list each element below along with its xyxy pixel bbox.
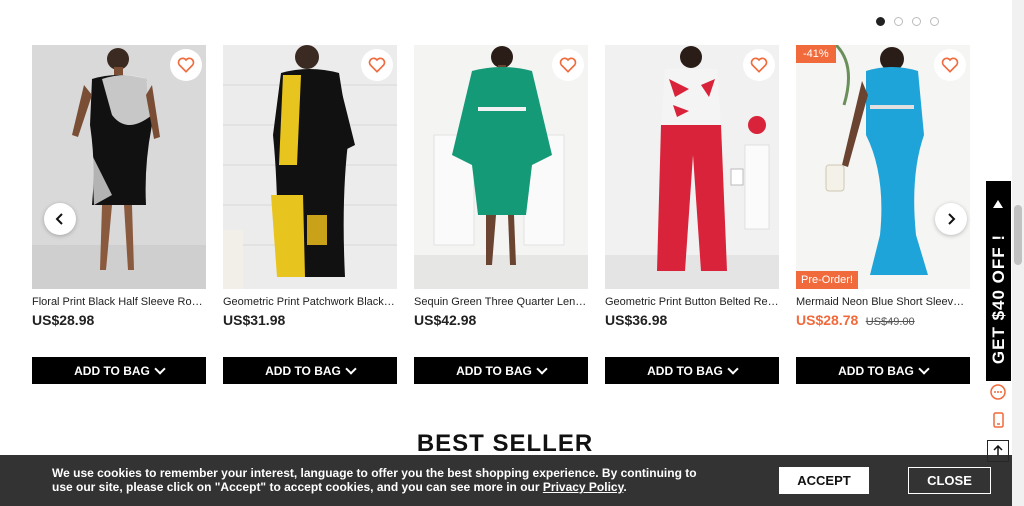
product-price: US$28.78	[796, 312, 859, 328]
chevron-down-icon	[918, 362, 930, 375]
cookie-banner: We use cookies to remember your interest…	[0, 455, 1012, 506]
chat-button[interactable]	[988, 382, 1008, 402]
triangle-up-icon	[993, 200, 1003, 208]
page: Floral Print Black Half Sleeve Round ...…	[0, 0, 1024, 506]
heart-icon	[368, 57, 386, 73]
product-name[interactable]: Floral Print Black Half Sleeve Round ...	[32, 295, 206, 309]
discount-badge: -41%	[796, 45, 836, 63]
product-price: US$31.98	[223, 312, 286, 328]
chevron-left-icon	[55, 213, 63, 225]
phone-button[interactable]	[988, 410, 1008, 430]
add-to-bag-button[interactable]: ADD TO BAG	[223, 357, 397, 384]
product-image[interactable]	[223, 45, 397, 289]
heart-icon	[177, 57, 195, 73]
cookie-text-suffix: .	[623, 480, 627, 494]
chevron-down-icon	[154, 362, 166, 375]
carousel-dot[interactable]	[894, 17, 903, 26]
product-image[interactable]	[605, 45, 779, 289]
add-to-bag-button[interactable]: ADD TO BAG	[796, 357, 970, 384]
product-carousel: Floral Print Black Half Sleeve Round ...…	[32, 45, 972, 390]
carousel-prev-button[interactable]	[44, 203, 76, 235]
privacy-policy-link[interactable]: Privacy Policy	[543, 480, 624, 494]
carousel-next-button[interactable]	[935, 203, 967, 235]
wishlist-button[interactable]	[552, 49, 584, 81]
wishlist-button[interactable]	[361, 49, 393, 81]
product-price: US$28.98	[32, 312, 95, 328]
price-row: US$31.98	[223, 311, 397, 329]
price-row: US$42.98	[414, 311, 588, 329]
product-card[interactable]: Sequin Green Three Quarter Length... US$…	[414, 45, 588, 384]
heart-icon	[941, 57, 959, 73]
chevron-down-icon	[536, 362, 548, 375]
add-to-bag-label: ADD TO BAG	[265, 363, 341, 378]
product-price: US$36.98	[605, 312, 668, 328]
add-to-bag-button[interactable]: ADD TO BAG	[605, 357, 779, 384]
price-row: US$28.98	[32, 311, 206, 329]
product-image[interactable]	[414, 45, 588, 289]
product-card[interactable]: Floral Print Black Half Sleeve Round ...…	[32, 45, 206, 384]
product-card[interactable]: -41% Pre-Order! Mermaid Neon Blue Short …	[796, 45, 970, 384]
add-to-bag-label: ADD TO BAG	[647, 363, 723, 378]
carousel-dot[interactable]	[912, 17, 921, 26]
scrollbar-thumb[interactable]	[1014, 205, 1022, 265]
chat-icon	[990, 384, 1006, 400]
page-scrollbar[interactable]	[1012, 0, 1024, 506]
carousel-dot[interactable]	[930, 17, 939, 26]
original-price: US$49.00	[865, 316, 915, 328]
add-to-bag-label: ADD TO BAG	[456, 363, 532, 378]
heart-icon	[750, 57, 768, 73]
promo-label: GET $40 OFF !	[989, 233, 1008, 365]
section-title: BEST SELLER	[416, 430, 594, 457]
chevron-down-icon	[727, 362, 739, 375]
product-card[interactable]: Geometric Print Button Belted Red ... US…	[605, 45, 779, 384]
price-row: US$28.78 US$49.00	[796, 311, 970, 329]
product-price: US$42.98	[414, 312, 477, 328]
add-to-bag-button[interactable]: ADD TO BAG	[32, 357, 206, 384]
wishlist-button[interactable]	[170, 49, 202, 81]
add-to-bag-button[interactable]: ADD TO BAG	[414, 357, 588, 384]
add-to-bag-label: ADD TO BAG	[74, 363, 150, 378]
accept-cookies-button[interactable]: ACCEPT	[779, 467, 869, 494]
product-name[interactable]: Sequin Green Three Quarter Length...	[414, 295, 588, 309]
product-card[interactable]: Geometric Print Patchwork Black L... US$…	[223, 45, 397, 384]
carousel-dot[interactable]	[876, 17, 885, 26]
phone-icon	[993, 412, 1004, 428]
heart-icon	[559, 57, 577, 73]
product-name[interactable]: Geometric Print Patchwork Black L...	[223, 295, 397, 309]
chevron-down-icon	[345, 362, 357, 375]
close-cookies-button[interactable]: CLOSE	[908, 467, 991, 494]
carousel-dots	[876, 17, 939, 26]
cookie-message: We use cookies to remember your interest…	[52, 466, 702, 494]
pre-order-badge: Pre-Order!	[796, 271, 858, 289]
product-name[interactable]: Mermaid Neon Blue Short Sleeve V ...	[796, 295, 970, 309]
promo-side-tab[interactable]: GET $40 OFF !	[986, 181, 1011, 381]
product-name[interactable]: Geometric Print Button Belted Red ...	[605, 295, 779, 309]
product-image[interactable]	[32, 45, 206, 289]
price-row: US$36.98	[605, 311, 779, 329]
wishlist-button[interactable]	[934, 49, 966, 81]
product-image[interactable]: -41% Pre-Order!	[796, 45, 970, 289]
wishlist-button[interactable]	[743, 49, 775, 81]
add-to-bag-label: ADD TO BAG	[838, 363, 914, 378]
chevron-right-icon	[948, 213, 956, 225]
